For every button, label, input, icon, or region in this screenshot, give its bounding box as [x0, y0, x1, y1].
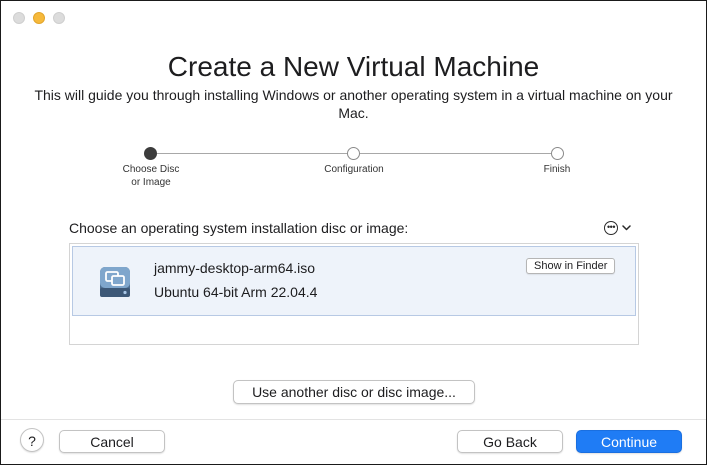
more-options-menu[interactable]: ••• [604, 221, 631, 235]
wizard-stepper: Choose Disc or Image Configuration Finis… [1, 147, 706, 197]
list-item[interactable]: jammy-desktop-arm64.iso Ubuntu 64-bit Ar… [72, 246, 636, 316]
step-indicator-configuration [347, 147, 360, 160]
detected-os-name: Ubuntu 64-bit Arm 22.04.4 [154, 284, 318, 300]
create-vm-window: Create a New Virtual Machine This will g… [0, 0, 707, 465]
disc-image-list[interactable]: jammy-desktop-arm64.iso Ubuntu 64-bit Ar… [69, 243, 639, 345]
disc-prompt-label: Choose an operating system installation … [69, 220, 409, 236]
step-label-choose-disc: Choose Disc or Image [122, 164, 180, 188]
cancel-button[interactable]: Cancel [59, 430, 165, 453]
zoom-window-button[interactable] [53, 12, 65, 24]
page-subtitle: This will guide you through installing W… [34, 87, 673, 121]
step-indicator-choose-disc [144, 147, 157, 160]
minimize-window-button[interactable] [33, 12, 45, 24]
page-title: Create a New Virtual Machine [167, 51, 540, 82]
step-label-configuration: Configuration [324, 164, 384, 175]
step-indicator-finish [551, 147, 564, 160]
show-in-finder-button[interactable]: Show in Finder [526, 258, 616, 274]
step-connector [360, 153, 551, 154]
step-label-finish: Finish [543, 164, 571, 175]
use-another-disc-button[interactable]: Use another disc or disc image... [233, 380, 475, 404]
ellipsis-circle-icon: ••• [604, 221, 618, 235]
iso-file-name: jammy-desktop-arm64.iso [154, 260, 316, 276]
disc-image-icon [100, 267, 130, 297]
close-window-button[interactable] [13, 12, 25, 24]
step-connector [157, 153, 347, 154]
window-controls [13, 12, 65, 24]
help-button[interactable]: ? [20, 428, 44, 452]
continue-button[interactable]: Continue [576, 430, 682, 453]
chevron-down-icon [622, 225, 631, 231]
go-back-button[interactable]: Go Back [457, 430, 563, 453]
footer-divider [1, 419, 706, 420]
